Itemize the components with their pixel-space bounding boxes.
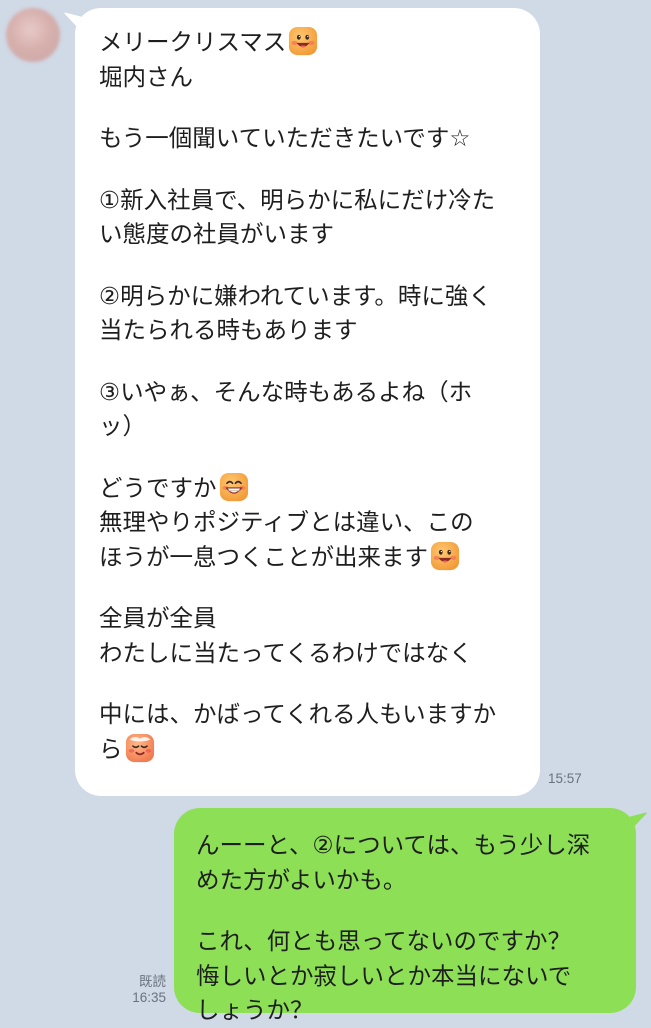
message-line: 堀内さん	[99, 62, 193, 91]
message-line: んーーと、②については、もう少し深	[196, 831, 591, 859]
relieved-face-emoji	[125, 733, 154, 762]
message-line: ②明らかに嫌われています。時に強く	[99, 281, 492, 310]
message-line: ら	[99, 732, 522, 767]
message-line: 悔しいとか寂しいとか本当にないで	[196, 961, 572, 990]
read-receipt: 既読 16:35	[112, 974, 166, 1006]
message-line: ③いやぁ、そんな時もあるよね（ホ	[99, 377, 473, 406]
message-line: めた方がよいかも。	[196, 865, 407, 894]
grinning-face-emoji	[289, 26, 318, 56]
message-line: 中には、かばってくれる人もいますか	[99, 700, 497, 728]
sender-avatar[interactable]	[6, 8, 60, 62]
message-line: ほうが一息つくことが出来ます	[99, 540, 522, 575]
message-line: い態度の社員がいます	[99, 220, 334, 248]
outgoing-message-bubble[interactable]: んーーと、②については、もう少し深 めた方がよいかも。 これ、何とも思ってないの…	[174, 808, 636, 1024]
incoming-timestamp: 15:57	[548, 771, 582, 786]
message-line: これ、何とも思ってないのですか？	[196, 927, 572, 955]
message-line: 全員が全員	[99, 604, 217, 632]
message-line: 当たられる時もあります	[99, 316, 358, 344]
message-line: ①新入社員で、明らかに私にだけ冷た	[99, 185, 496, 214]
message-line: わたしに当たってくるわけではなく	[99, 638, 473, 667]
message-line: もう一個聞いていただきたいです☆	[99, 124, 471, 152]
message-line: どうですか	[99, 471, 522, 506]
message-line: ッ）	[99, 412, 146, 440]
message-line: メリークリスマス	[99, 25, 522, 60]
incoming-message-bubble[interactable]: メリークリスマス 堀内さん もう一個聞いていただきたいです☆ ①新入社員で、明ら…	[75, 8, 540, 796]
grinning-face-emoji	[430, 541, 460, 570]
grin-face-emoji	[219, 472, 248, 501]
read-label: 既読	[139, 974, 166, 989]
message-line: 無理やりポジティブとは違い、この	[99, 508, 474, 536]
outgoing-timestamp: 16:35	[132, 990, 166, 1005]
message-line: しょうか？	[196, 996, 314, 1024]
